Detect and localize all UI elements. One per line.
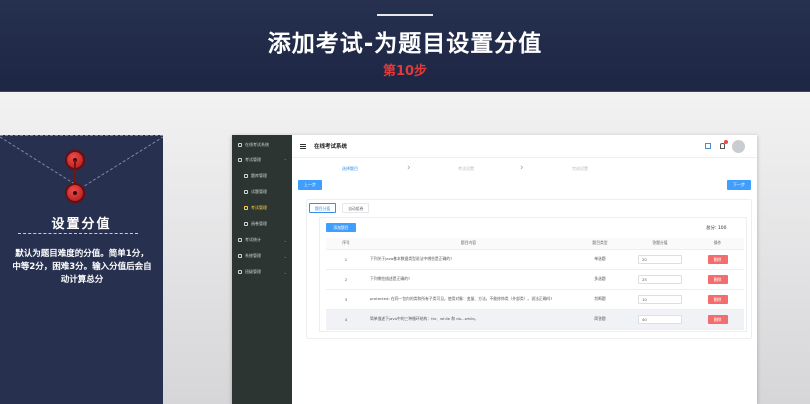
folder-icon: [238, 158, 242, 162]
row-content: 简单描述下java中的三种循环结构：for、while 和 do...while…: [366, 309, 571, 330]
row-index: 1: [326, 249, 366, 270]
list-icon: [244, 190, 248, 194]
tab-bar: 题目分值 自动组卷: [309, 203, 370, 213]
step-indicator: 选择题目 › 考试设置 › 完成设置: [292, 163, 757, 177]
step-exam-settings: 考试设置: [458, 166, 474, 171]
sidebar-item-exam-management[interactable]: 考试管理 ⌃: [232, 153, 292, 167]
divider: [18, 233, 138, 234]
chevron-up-icon: ⌃: [283, 157, 287, 163]
score-panel: 题目分值 自动组卷 添加题目 总分: 100 序号 题目内容 题目类型 答题分值…: [306, 199, 752, 339]
row-content: protected: 在同一包内的类和所有子类可见。使用对象：变量、方法。不能修…: [366, 289, 571, 310]
add-question-button[interactable]: 添加题目: [326, 223, 356, 232]
sidebar-item-statistics[interactable]: 考试统计 ⌄: [232, 233, 292, 247]
score-input[interactable]: 20: [638, 254, 682, 264]
step-complete: 完成设置: [572, 166, 588, 171]
sidebar-item-question-bank[interactable]: 题库管理: [232, 169, 292, 183]
header-content: 题目内容: [366, 238, 571, 250]
chevron-down-icon: ⌄: [283, 237, 287, 243]
gear-icon: [238, 254, 242, 258]
total-score: 总分: 100: [706, 226, 727, 231]
button-knob-icon: [65, 183, 85, 203]
table-row: 1 下列关于java基本数据类型说法中哪些是正确的? 单选题 20 删除: [326, 249, 744, 270]
sidebar-item-system[interactable]: 系统管理 ⌄: [232, 249, 292, 263]
row-type: 判断题: [571, 289, 629, 310]
sidebar-item-classes[interactable]: 班级管理 ⌄: [232, 265, 292, 279]
tab-question-scores[interactable]: 题目分值: [309, 203, 337, 213]
header-action: 操作: [691, 238, 744, 250]
fullscreen-icon[interactable]: [705, 143, 711, 149]
table-header-row: 序号 题目内容 题目类型 答题分值 操作: [326, 238, 744, 250]
card-description: 默认为题目难度的分值。简单1分，中等2分，困难3分。输入分值后会自动计算总分: [12, 249, 152, 285]
step-number: 第10步: [382, 64, 428, 79]
banner-divider: [377, 14, 433, 16]
next-button[interactable]: 下一步: [727, 180, 751, 190]
card-heading: 设置分值: [51, 217, 112, 232]
top-bar: 在线考试系统: [292, 135, 757, 158]
header-score: 答题分值: [629, 238, 691, 250]
system-title: 在线考试系统: [314, 144, 348, 150]
question-table-card: 添加题目 总分: 100 序号 题目内容 题目类型 答题分值 操作 1 下列关于…: [319, 217, 747, 332]
table-row: 2 下列哪些描述是正确的? 多选题 25 删除: [326, 269, 744, 290]
delete-button[interactable]: 删除: [707, 254, 728, 264]
sidebar: 在线考试系统 考试管理 ⌃ 题库管理 试题管理 考试管理 阅卷管理 考试统计 ⌄ 系…: [232, 135, 292, 404]
list-icon: [244, 206, 248, 210]
chevron-down-icon: ⌄: [283, 269, 287, 275]
row-content: 下列关于java基本数据类型说法中哪些是正确的?: [366, 249, 571, 270]
score-input[interactable]: 10: [638, 294, 682, 304]
row-content: 下列哪些描述是正确的?: [366, 269, 571, 290]
score-input[interactable]: 25: [638, 274, 682, 284]
banner-title: 添加考试-为题目设置分值: [267, 31, 543, 57]
row-type: 单选题: [571, 249, 629, 270]
delete-button[interactable]: 删除: [707, 314, 728, 324]
notification-dot: [724, 140, 728, 144]
row-index: 2: [326, 269, 366, 290]
sidebar-item-home[interactable]: 在线考试系统: [232, 138, 292, 152]
score-input[interactable]: 40: [638, 314, 682, 324]
table-row: 4 简单描述下java中的三种循环结构：for、while 和 do...whi…: [326, 309, 744, 330]
row-type: 多选题: [571, 269, 629, 290]
tab-auto-generate[interactable]: 自动组卷: [342, 203, 370, 213]
chart-icon: [238, 238, 242, 242]
sidebar-item-exams[interactable]: 考试管理: [232, 201, 292, 215]
row-type: 简答题: [571, 309, 629, 330]
chevron-right-icon: ›: [520, 163, 524, 173]
home-icon: [238, 143, 242, 147]
chevron-down-icon: ⌄: [283, 253, 287, 259]
table-row: 3 protected: 在同一包内的类和所有子类可见。使用对象：变量、方法。不…: [326, 289, 744, 310]
header-index: 序号: [326, 238, 366, 250]
list-icon: [244, 174, 248, 178]
menu-icon[interactable]: [300, 144, 306, 149]
header-type: 题目类型: [571, 238, 629, 250]
chevron-right-icon: ›: [407, 163, 411, 173]
question-table: 序号 题目内容 题目类型 答题分值 操作 1 下列关于java基本数据类型说法中…: [326, 238, 744, 330]
prev-button[interactable]: 上一步: [298, 180, 322, 190]
avatar[interactable]: [732, 140, 745, 153]
delete-button[interactable]: 删除: [707, 294, 728, 304]
sidebar-item-questions[interactable]: 试题管理: [232, 185, 292, 199]
title-banner: 添加考试-为题目设置分值 第10步: [0, 0, 810, 92]
row-index: 3: [326, 289, 366, 310]
main-content: 在线考试系统 选择题目 › 考试设置 › 完成设置 上一步 下一步 题目分值 自…: [292, 135, 757, 404]
users-icon: [238, 270, 242, 274]
app-window: 在线考试系统 考试管理 ⌃ 题库管理 试题管理 考试管理 阅卷管理 考试统计 ⌄ 系…: [232, 135, 757, 404]
row-index: 4: [326, 309, 366, 330]
step-select-questions: 选择题目: [342, 166, 358, 171]
delete-button[interactable]: 删除: [707, 274, 728, 284]
bell-icon[interactable]: [720, 143, 725, 149]
list-icon: [244, 222, 248, 226]
sidebar-item-grading[interactable]: 阅卷管理: [232, 217, 292, 231]
